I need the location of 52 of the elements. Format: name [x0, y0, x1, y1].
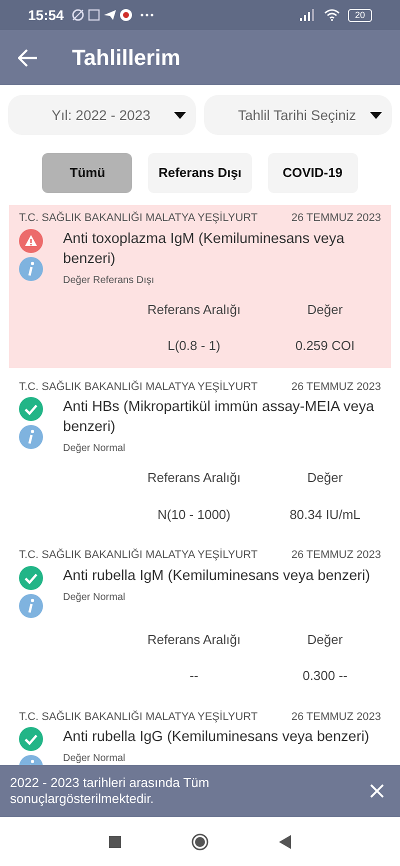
test-name: Anti rubella IgG (Kemiluminesans veya benzeri) — [63, 728, 370, 747]
test-name: Anti rubella IgM (Kemiluminesans veya benzeri) — [63, 566, 372, 586]
test-name: Anti toxoplazma IgM (Kemiluminesans veya benzeri) — [63, 230, 346, 268]
back-triangle-icon[interactable] — [279, 834, 291, 848]
back-arrow-icon[interactable] — [18, 48, 38, 66]
lab-name: T.C. SAĞLIK BAKANLIĞI MALATYA YEŞİLYURT — [19, 380, 258, 394]
result-status: Değer Referans Dışı — [63, 274, 156, 288]
reference-range: N(10 - 1000) — [156, 506, 232, 524]
reference-range: L(0.8 - 1) — [166, 337, 222, 355]
battery-icon: 20 — [348, 8, 372, 22]
lab-name: T.C. SAĞLIK BAKANLIĞI MALATYA YEŞİLYURT — [19, 210, 258, 226]
result-date: 26 TEMMUZ 2023 — [291, 211, 381, 226]
wifi-icon — [324, 9, 340, 21]
filter-tab[interactable]: Referans Dışı — [148, 153, 252, 193]
info-icon[interactable] — [19, 256, 43, 280]
lab-name: T.C. SAĞLIK BAKANLIĞI MALATYA YEŞİLYURT — [19, 710, 258, 724]
dropdown[interactable]: Yıl: 2022 - 2023 — [8, 95, 196, 135]
reference-range: -- — [188, 667, 200, 685]
result-status: Değer Normal — [63, 590, 126, 604]
lab-name: T.C. SAĞLIK BAKANLIĞI MALATYA YEŞİLYURT — [19, 548, 258, 563]
result-status: Değer Normal — [63, 752, 126, 765]
result-value: 80.34 IU/mL — [288, 506, 362, 524]
column-header: Referans Aralığı — [146, 300, 242, 319]
dropdown-caret-icon — [174, 112, 186, 118]
dot-circle-icon — [120, 9, 132, 21]
column-header: Referans Aralığı — [146, 630, 242, 649]
info-icon[interactable] — [19, 594, 43, 618]
result-status: Değer Normal — [63, 442, 126, 456]
column-header: Referans Aralığı — [146, 469, 242, 487]
dropdown[interactable]: Tahlil Tarihi Seçiniz — [204, 95, 392, 135]
status-time: 15:54 — [28, 6, 64, 24]
signal-icon — [300, 9, 316, 21]
filter-tab[interactable]: COVID-19 — [268, 153, 358, 193]
paper-plane-icon — [104, 9, 116, 21]
column-header: Değer — [306, 469, 344, 487]
close-icon[interactable] — [370, 784, 384, 798]
more-dots-icon — [140, 13, 154, 17]
app-title: Tahlillerim — [72, 44, 180, 72]
dropdown-caret-icon — [370, 112, 382, 118]
home-circle-icon[interactable] — [191, 832, 209, 850]
result-date: 26 TEMMUZ 2023 — [291, 380, 381, 394]
snackbar-message: 2022 - 2023 tarihleri arasında Tüm sonuçlargösterilmektedir. — [10, 775, 210, 807]
filter-tab[interactable]: Tümü — [42, 153, 132, 193]
column-header: Değer — [306, 630, 344, 649]
result-value: 0.259 COI — [294, 337, 356, 355]
test-name: Anti HBs (Mikropartikül immün assay-MEIA veya benzeri) — [63, 398, 376, 437]
result-date: 26 TEMMUZ 2023 — [291, 548, 381, 563]
recents-square-icon[interactable] — [109, 836, 121, 848]
result-date: 26 TEMMUZ 2023 — [291, 710, 381, 724]
column-header: Değer — [306, 300, 344, 319]
result-value: 0.300 -- — [302, 667, 348, 685]
info-icon[interactable] — [19, 425, 43, 449]
